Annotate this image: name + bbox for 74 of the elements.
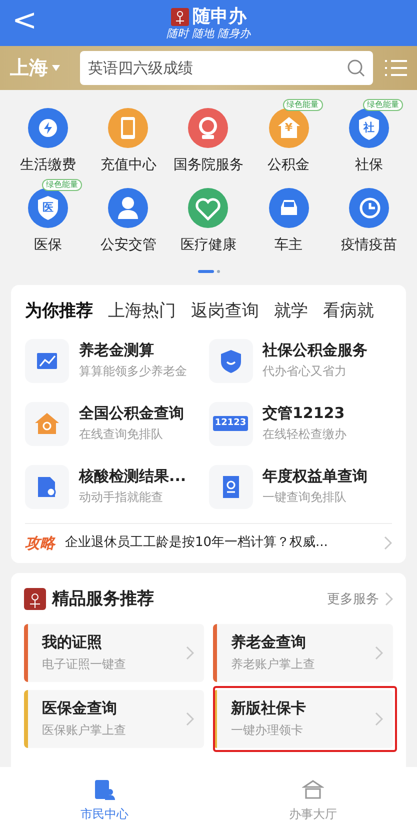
service-tile[interactable]: 医保金查询 医保账户掌上查 (24, 690, 204, 748)
tip-text[interactable]: 企业退休员工工龄是按10年一档计算？权威... (65, 533, 374, 553)
category-tab[interactable]: 看病就 (323, 299, 374, 324)
chevron-icon (384, 536, 392, 550)
nav-tab[interactable]: 市民中心 (0, 767, 208, 836)
category-tab[interactable]: 返岗查询 (191, 299, 259, 324)
service-subtitle: 在线轻松查缴办 (262, 426, 346, 444)
service-icon (25, 464, 69, 508)
chevron-icon (375, 646, 383, 660)
chevron-icon (186, 712, 194, 726)
service-icon (208, 464, 252, 508)
caret-icon (52, 65, 60, 71)
tile-subtitle: 养老账户掌上查 (231, 656, 316, 673)
icon-glyph: 12123 (212, 416, 248, 431)
service-icon (25, 338, 69, 382)
service-subtitle: 算算能领多少养老金 (79, 363, 187, 380)
service-label[interactable]: 充值中心 (100, 155, 156, 176)
service-title[interactable]: 养老金测算 (79, 340, 187, 360)
page-indicator (216, 270, 220, 273)
service-label[interactable]: 生活缴费 (20, 155, 76, 176)
energy-badge: 绿色能量 (42, 179, 82, 191)
search-field[interactable]: 英语四六级成绩 (80, 51, 373, 85)
tile-title: 新版社保卡 (231, 699, 307, 718)
citizen-icon (93, 779, 116, 801)
tile-subtitle: 电子证照一键查 (42, 656, 127, 673)
service-icon (208, 338, 252, 382)
chevron-icon (186, 646, 194, 660)
app-tagline: 随时 随地 随身办 (166, 28, 250, 38)
tile-title: 医保金查询 (42, 699, 118, 718)
tile-title: 我的证照 (42, 633, 103, 652)
category-tab[interactable]: 上海热门 (108, 299, 176, 324)
service-title[interactable]: 年度权益单查询 (262, 466, 368, 486)
more-services-link[interactable]: 更多服务 (327, 590, 393, 609)
energy-badge: 绿色能量 (282, 99, 323, 111)
service-label[interactable]: 国务院服务 (173, 155, 244, 176)
service-label[interactable]: 公安交管 (100, 235, 156, 256)
service-label[interactable]: 车主 (274, 235, 303, 256)
service-title[interactable]: 核酸检测结果... (79, 466, 186, 486)
app-name: 随申办 (192, 8, 246, 26)
energy-badge: 绿色能量 (362, 99, 403, 111)
service-label[interactable]: 医疗健康 (180, 235, 236, 256)
logo-icon (170, 8, 188, 26)
service-tile[interactable]: 养老金查询 养老账户掌上查 (213, 624, 393, 682)
service-label[interactable]: 社保 (354, 155, 383, 176)
building-icon (302, 779, 324, 801)
search-icon (347, 59, 365, 77)
back-button[interactable]: < (12, 6, 38, 36)
menu-icon[interactable] (385, 59, 407, 77)
service-subtitle: 一键查询免排队 (262, 489, 348, 506)
category-tab[interactable]: 就学 (274, 299, 308, 324)
service-icon (25, 402, 69, 446)
icon-glyph: 医 (42, 200, 54, 216)
page-indicator (198, 270, 214, 273)
service-subtitle: 代办省心又省力 (262, 363, 348, 380)
service-tile[interactable]: 我的证照 电子证照一键查 (24, 624, 204, 682)
service-subtitle: 在线查询免排队 (79, 426, 164, 444)
service-title[interactable]: 交管12123 (262, 404, 346, 422)
service-subtitle: 动动手指就能查 (79, 489, 164, 506)
tile-subtitle: 医保账户掌上查 (42, 722, 127, 739)
category-tab[interactable]: 为你推荐 (25, 299, 93, 324)
service-label[interactable]: 公积金 (268, 155, 310, 176)
service-title[interactable]: 社保公积金服务 (262, 340, 368, 360)
section-title: 精品服务推荐 (52, 588, 155, 610)
tile-subtitle: 一键办理领卡 (231, 722, 304, 739)
chevron-icon (385, 592, 393, 606)
service-label[interactable]: 医保 (34, 235, 62, 256)
service-label[interactable]: 疫情疫苗 (340, 235, 397, 256)
icon-glyph: 社 (363, 120, 374, 136)
icon-glyph: ¥ (284, 120, 293, 136)
tip-tag: 攻略 (25, 532, 55, 554)
chevron-icon (375, 712, 383, 726)
logo-icon (24, 588, 46, 610)
tile-title: 养老金查询 (231, 633, 307, 652)
service-title[interactable]: 全国公积金查询 (79, 404, 184, 422)
